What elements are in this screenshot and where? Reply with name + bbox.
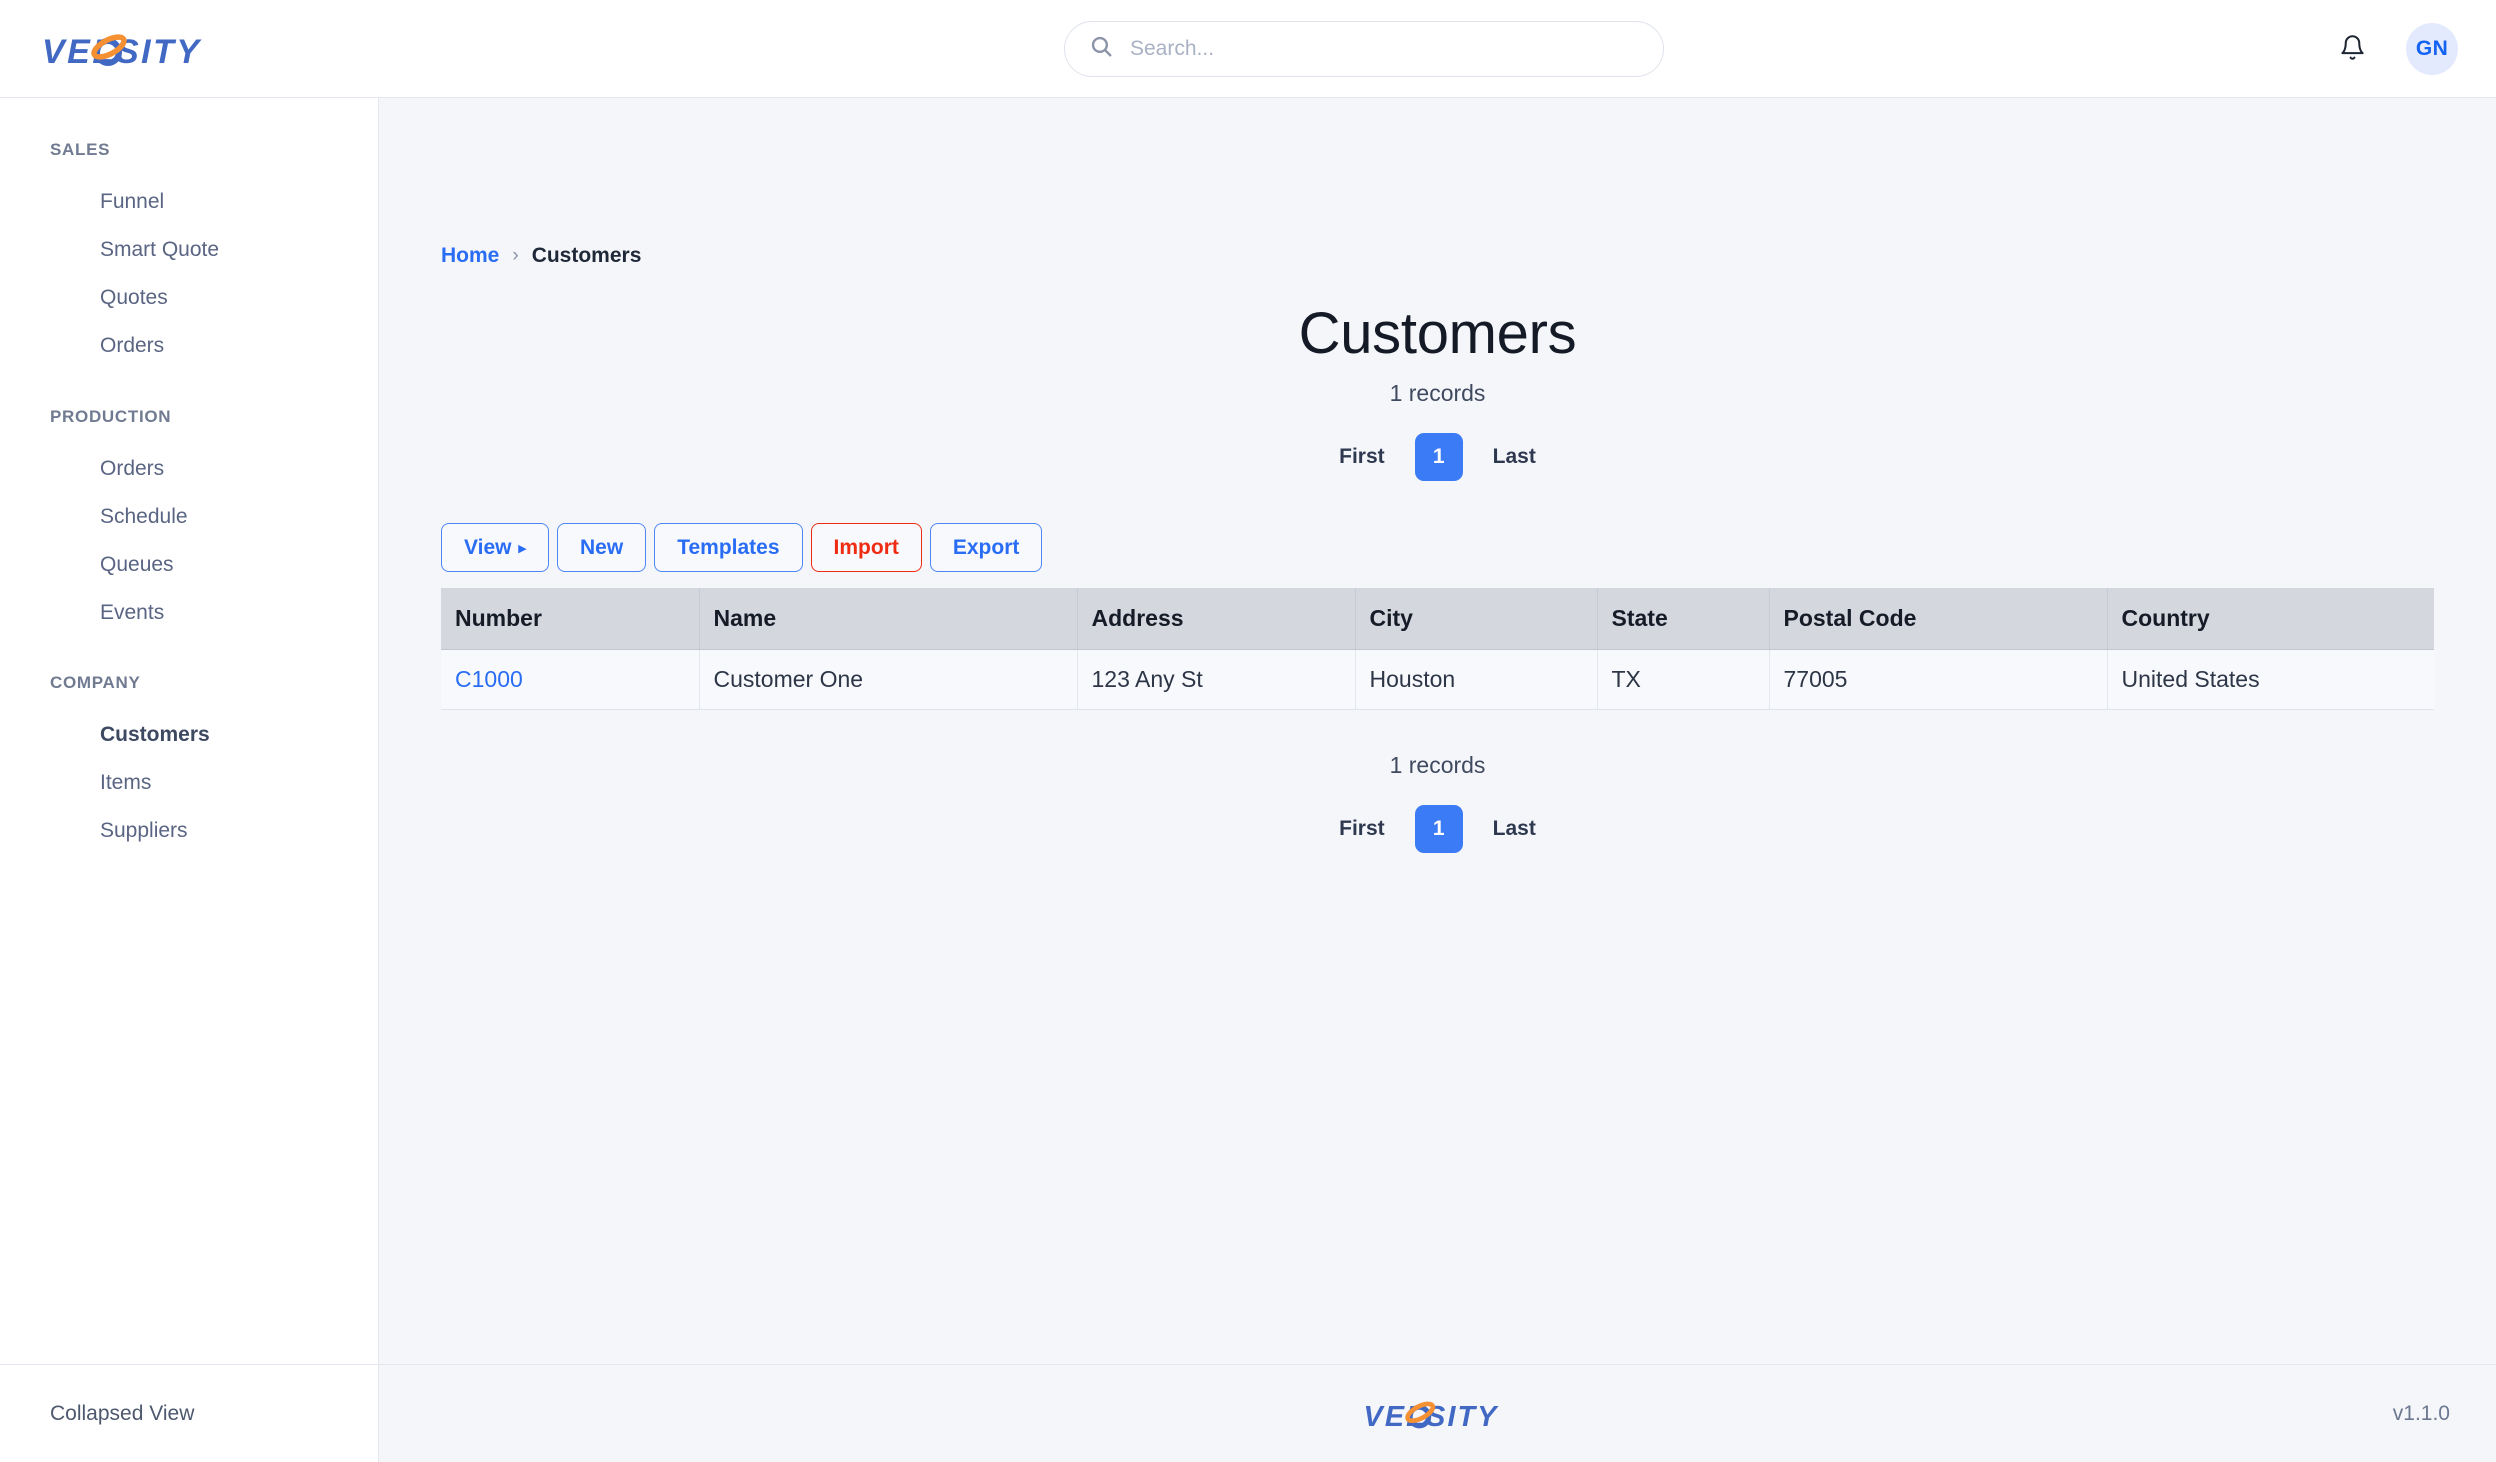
table-toolbar: View ▸ New Templates Import Export: [441, 522, 2496, 572]
table-header-row: Number Name Address City State Postal Co…: [441, 587, 2434, 650]
customers-table-container: Number Name Address City State Postal Co…: [441, 587, 2434, 710]
app-version: v1.1.0: [2392, 1401, 2450, 1425]
brand-logo-header[interactable]: VEL SITY: [42, 23, 218, 75]
page-title: Customers: [1298, 301, 1577, 366]
nav-group-company: COMPANY Customers Items Suppliers: [0, 673, 378, 855]
cell-postal-code: 77005: [1769, 649, 2108, 710]
sidebar-item-smart-quote[interactable]: Smart Quote: [0, 226, 378, 274]
bell-icon: [2339, 34, 2366, 64]
pagination-bottom: First 1 Last: [379, 804, 2496, 853]
sidebar-navigation: SALES Funnel Smart Quote Quotes Orders P…: [0, 98, 379, 1462]
sidebar-item-funnel[interactable]: Funnel: [0, 178, 378, 226]
sidebar-footer: Collapsed View: [0, 1364, 378, 1462]
main-column: Home › Customers Customers 1 records Fir…: [379, 98, 2496, 1462]
column-header-number[interactable]: Number: [441, 587, 700, 650]
collapsed-view-toggle[interactable]: Collapsed View: [50, 1402, 194, 1426]
column-header-country[interactable]: Country: [2107, 587, 2434, 650]
notifications-button[interactable]: [2332, 29, 2372, 69]
nav-group-title-sales: SALES: [50, 140, 111, 159]
sidebar-item-queues[interactable]: Queues: [0, 541, 378, 589]
header-actions: GN: [2332, 22, 2458, 75]
sidebar-item-schedule[interactable]: Schedule: [0, 493, 378, 541]
app-shell: SALES Funnel Smart Quote Quotes Orders P…: [0, 98, 2496, 1462]
svg-text:SITY: SITY: [1426, 1400, 1499, 1432]
record-count-bottom: 1 records: [1389, 751, 1486, 778]
column-header-postal-code[interactable]: Postal Code: [1769, 587, 2108, 650]
sidebar-item-suppliers[interactable]: Suppliers: [0, 807, 378, 855]
table-header: Number Name Address City State Postal Co…: [441, 587, 2434, 650]
cell-address: 123 Any St: [1077, 649, 1356, 710]
customers-table: Number Name Address City State Postal Co…: [441, 587, 2434, 710]
top-header-bar: VEL SITY Search... GN: [0, 0, 2496, 98]
cell-city: Houston: [1355, 649, 1598, 710]
table-row: C1000 Customer One 123 Any St Houston TX…: [441, 649, 2434, 710]
pagination-top: First 1 Last: [379, 432, 2496, 481]
pagination-last-top[interactable]: Last: [1489, 439, 1540, 475]
column-header-name[interactable]: Name: [699, 587, 1078, 650]
search-icon: [1089, 34, 1114, 64]
sidebar-item-quotes[interactable]: Quotes: [0, 274, 378, 322]
nav-group-title-company: COMPANY: [50, 673, 141, 693]
pagination-page-1-bottom[interactable]: 1: [1414, 804, 1463, 853]
cell-name: Customer One: [699, 649, 1078, 710]
pagination-first-bottom[interactable]: First: [1335, 811, 1389, 847]
templates-button[interactable]: Templates: [654, 522, 803, 572]
view-button-label: View: [464, 535, 512, 559]
import-button[interactable]: Import: [810, 522, 922, 572]
table-body: C1000 Customer One 123 Any St Houston TX…: [441, 649, 2434, 710]
cell-number: C1000: [441, 649, 700, 710]
cell-country: United States: [2107, 649, 2434, 710]
global-search: [1064, 20, 1664, 77]
velosity-logo-icon: VEL SITY: [42, 23, 218, 75]
cell-state: TX: [1597, 649, 1770, 710]
breadcrumb-current: Customers: [531, 244, 642, 267]
breadcrumb-home-link[interactable]: Home: [441, 244, 499, 268]
new-button[interactable]: New: [557, 522, 647, 572]
record-count-top: 1 records: [1389, 379, 1486, 406]
svg-text:SITY: SITY: [116, 33, 202, 71]
sidebar-item-sales-orders[interactable]: Orders: [0, 322, 378, 370]
breadcrumb-separator-icon: ›: [512, 245, 519, 266]
app-footer: VEL SITY v1.1.0: [379, 1364, 2496, 1462]
table-footer-summary: 1 records First 1 Last: [379, 752, 2496, 853]
sidebar-item-production-orders[interactable]: Orders: [0, 445, 378, 493]
nav-group-title-production: PRODUCTION: [50, 406, 172, 426]
app-root: VEL SITY Search... GN SALES Funnel Smart…: [0, 0, 2496, 1462]
main-content: Home › Customers Customers 1 records Fir…: [379, 98, 2496, 1364]
sidebar-items-scroll: SALES Funnel Smart Quote Quotes Orders P…: [0, 98, 378, 1364]
export-button[interactable]: Export: [929, 522, 1043, 572]
velosity-logo-footer-icon: VEL SITY: [1363, 1392, 1513, 1436]
search-box[interactable]: [1064, 20, 1664, 77]
column-header-state[interactable]: State: [1597, 587, 1770, 650]
sidebar-item-customers[interactable]: Customers: [0, 711, 378, 759]
pagination-last-bottom[interactable]: Last: [1489, 811, 1540, 847]
column-header-city[interactable]: City: [1355, 587, 1598, 650]
sidebar-item-events[interactable]: Events: [0, 589, 378, 637]
page-header: Customers 1 records First 1 Last: [379, 302, 2496, 481]
search-input[interactable]: [1130, 36, 1639, 61]
view-button[interactable]: View ▸: [441, 522, 550, 572]
breadcrumb: Home › Customers: [379, 98, 2496, 268]
nav-group-sales: SALES Funnel Smart Quote Quotes Orders: [0, 140, 378, 371]
nav-group-production: PRODUCTION Orders Schedule Queues Events: [0, 407, 378, 638]
sidebar-item-items[interactable]: Items: [0, 759, 378, 807]
caret-right-icon: ▸: [518, 539, 527, 557]
column-header-address[interactable]: Address: [1077, 587, 1356, 650]
customer-number-link[interactable]: C1000: [455, 666, 523, 692]
pagination-page-1-top[interactable]: 1: [1414, 432, 1463, 481]
pagination-first-top[interactable]: First: [1335, 439, 1389, 475]
user-avatar[interactable]: GN: [2406, 22, 2458, 75]
